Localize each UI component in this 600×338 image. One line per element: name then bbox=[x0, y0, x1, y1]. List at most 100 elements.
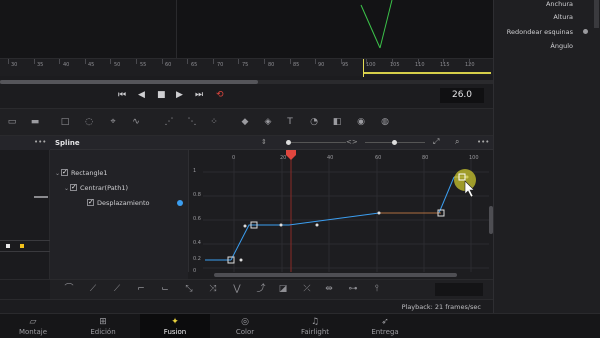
ping-pong-icon[interactable]: ⋁ bbox=[230, 283, 244, 296]
go-to-end-icon[interactable]: ⏭ bbox=[195, 90, 203, 100]
step-in-icon[interactable]: ⌐ bbox=[134, 283, 148, 296]
viewer-canvas bbox=[360, 0, 393, 49]
desplazamiento-checkbox[interactable] bbox=[87, 196, 94, 208]
particle-emitter-icon[interactable]: ⋱ bbox=[185, 116, 199, 129]
left-options-icon[interactable]: ••• bbox=[34, 138, 46, 146]
ruler-tickline bbox=[136, 59, 137, 64]
page-edicion[interactable]: ⊞ Edición bbox=[70, 314, 136, 338]
paint-tool-icon[interactable]: ▬ bbox=[28, 116, 42, 129]
spline-graph-canvas[interactable]: 0 20 40 60 80 100 1 0.8 0.6 0.4 0.2 0 bbox=[189, 150, 494, 274]
time-stretch-icon[interactable]: ⇹ bbox=[322, 283, 336, 296]
smooth-icon[interactable]: ⌒ bbox=[62, 283, 76, 296]
status-bar: Playback: 21 frames/sec bbox=[0, 299, 493, 313]
time-ruler[interactable]: 30 35 40 45 50 55 60 65 70 75 80 85 90 9… bbox=[0, 58, 493, 77]
prop-angulo: Ángulo bbox=[550, 42, 573, 50]
select-all-icon[interactable]: ⤫ bbox=[300, 283, 314, 296]
graph-x-labels: 0 20 40 60 80 100 bbox=[232, 155, 479, 161]
bspline-mask-icon[interactable]: ∿ bbox=[129, 116, 143, 129]
show-keymarkers-icon[interactable]: ⫯ bbox=[370, 283, 384, 296]
graph-hscroll-thumb[interactable] bbox=[214, 273, 457, 277]
graph-playhead-marker[interactable] bbox=[286, 150, 296, 160]
particle-render-icon[interactable]: ⁘ bbox=[207, 116, 221, 129]
stop-icon[interactable]: ■ bbox=[157, 90, 166, 100]
keyframe-toggle-icon[interactable] bbox=[583, 29, 588, 34]
zoom-slider-y-handle[interactable] bbox=[286, 140, 291, 145]
ruler-playhead[interactable] bbox=[363, 59, 364, 77]
ruler-tickline bbox=[212, 59, 214, 64]
ruler-tick: 110 bbox=[415, 62, 425, 68]
polygon-mask-icon[interactable]: ⌖ bbox=[106, 116, 120, 129]
spline-value-field[interactable] bbox=[435, 283, 483, 296]
relative-loop-icon[interactable]: ⤴ bbox=[254, 283, 268, 296]
set-key-icon[interactable]: ◪ bbox=[276, 283, 290, 296]
merge3d-icon[interactable]: ◔ bbox=[307, 116, 321, 129]
fit-toggle-icon[interactable]: ⇕ bbox=[261, 138, 267, 146]
transport-bar: ⏮ ◀ ■ ▶ ⏭ ⟲ 26.0 bbox=[0, 84, 493, 108]
text3d-icon[interactable]: ◈ bbox=[261, 116, 275, 129]
page-color[interactable]: ◎ Color bbox=[212, 314, 278, 338]
ruler-tick: 35 bbox=[37, 62, 44, 68]
tangent-handle[interactable] bbox=[243, 224, 247, 228]
page-montaje[interactable]: ▱ Montaje bbox=[0, 314, 66, 338]
media-icon: ▱ bbox=[29, 317, 37, 327]
shape3d-icon[interactable]: ◆ bbox=[238, 116, 252, 129]
path-line bbox=[360, 4, 381, 49]
tree-item-label: Desplazamiento bbox=[97, 199, 150, 207]
page-entrega[interactable]: ➶ Entrega bbox=[352, 314, 418, 338]
tree-item-centrar-path1[interactable]: ⌄Centrar(Path1) bbox=[64, 181, 128, 194]
play-icon[interactable]: ▶ bbox=[176, 90, 183, 100]
background-tool-icon[interactable]: ▭ bbox=[5, 116, 19, 129]
bottom-left-strip bbox=[0, 279, 50, 299]
ruler-tick: 100 bbox=[366, 62, 376, 68]
camera3d-icon[interactable]: ◧ bbox=[330, 116, 344, 129]
ruler-tick: 40 bbox=[63, 62, 70, 68]
zoom-to-fit-icon[interactable]: ⤢ bbox=[433, 137, 439, 147]
ruler-tick: 65 bbox=[191, 62, 198, 68]
ellipse-mask-icon[interactable]: ◌ bbox=[82, 116, 96, 129]
tree-item-rectangle1[interactable]: ⌄Rectangle1 bbox=[55, 166, 108, 179]
loop-spline-icon[interactable]: ⤨ bbox=[206, 283, 220, 296]
inspector-scrollbar[interactable] bbox=[594, 0, 599, 28]
invert-icon[interactable]: ⟋ bbox=[110, 283, 124, 296]
graph-hscroll[interactable] bbox=[188, 272, 493, 279]
rectangle-mask-icon[interactable]: □ bbox=[58, 116, 72, 129]
ruler-tickline bbox=[417, 59, 419, 64]
linear-icon[interactable]: ⟋ bbox=[86, 283, 100, 296]
spline-curve[interactable] bbox=[230, 176, 455, 261]
fit-horizontal-icon[interactable]: <> bbox=[346, 138, 358, 146]
light-icon[interactable]: ◉ bbox=[354, 116, 368, 129]
render-range[interactable] bbox=[364, 72, 491, 74]
current-frame-field[interactable]: 26.0 bbox=[440, 88, 484, 103]
spline-header: Spline ⇕ <> ⤢ ⌕ ••• bbox=[50, 136, 493, 150]
renderer3d-icon[interactable]: ◍ bbox=[378, 116, 392, 129]
page-fairlight[interactable]: ♫ Fairlight bbox=[282, 314, 348, 338]
page-fusion[interactable]: ✦ Fusion bbox=[140, 314, 210, 338]
tangent-handle[interactable] bbox=[377, 211, 381, 215]
spline-options-icon[interactable]: ••• bbox=[477, 138, 489, 146]
rectangle1-checkbox[interactable] bbox=[61, 166, 68, 178]
text-3d-t-icon[interactable]: T bbox=[283, 116, 297, 129]
zoom-icon[interactable]: ⌕ bbox=[455, 137, 459, 147]
tangent-handle[interactable] bbox=[239, 258, 243, 262]
node-port[interactable] bbox=[6, 244, 10, 248]
spline-graph[interactable]: 0 20 40 60 80 100 1 0.8 0.6 0.4 0.2 0 bbox=[188, 150, 494, 274]
reverse-icon[interactable]: ⤡ bbox=[182, 283, 196, 296]
centrar-checkbox[interactable] bbox=[70, 181, 77, 193]
tangent-handle[interactable] bbox=[315, 223, 319, 227]
tree-item-desplazamiento[interactable]: Desplazamiento bbox=[87, 196, 150, 209]
ruler-tickline bbox=[443, 59, 445, 64]
ruler-tickline bbox=[340, 59, 342, 64]
loop-icon[interactable]: ⟲ bbox=[216, 90, 224, 100]
zoom-slider-x-handle[interactable] bbox=[392, 140, 397, 145]
node-port-yellow[interactable] bbox=[20, 244, 24, 248]
go-to-start-icon[interactable]: ⏮ bbox=[118, 90, 126, 100]
tree-item-label: Rectangle1 bbox=[71, 169, 108, 177]
step-back-icon[interactable]: ◀ bbox=[138, 90, 145, 100]
ruler-tickline bbox=[468, 59, 470, 64]
ruler-tick: 90 bbox=[318, 62, 325, 68]
tangent-handle[interactable] bbox=[279, 223, 283, 227]
step-out-icon[interactable]: ⌙ bbox=[158, 283, 172, 296]
particles-icon[interactable]: ⋰ bbox=[162, 116, 176, 129]
zoom-slider-y[interactable] bbox=[286, 142, 346, 143]
shape-box-icon[interactable]: ⊶ bbox=[346, 283, 360, 296]
